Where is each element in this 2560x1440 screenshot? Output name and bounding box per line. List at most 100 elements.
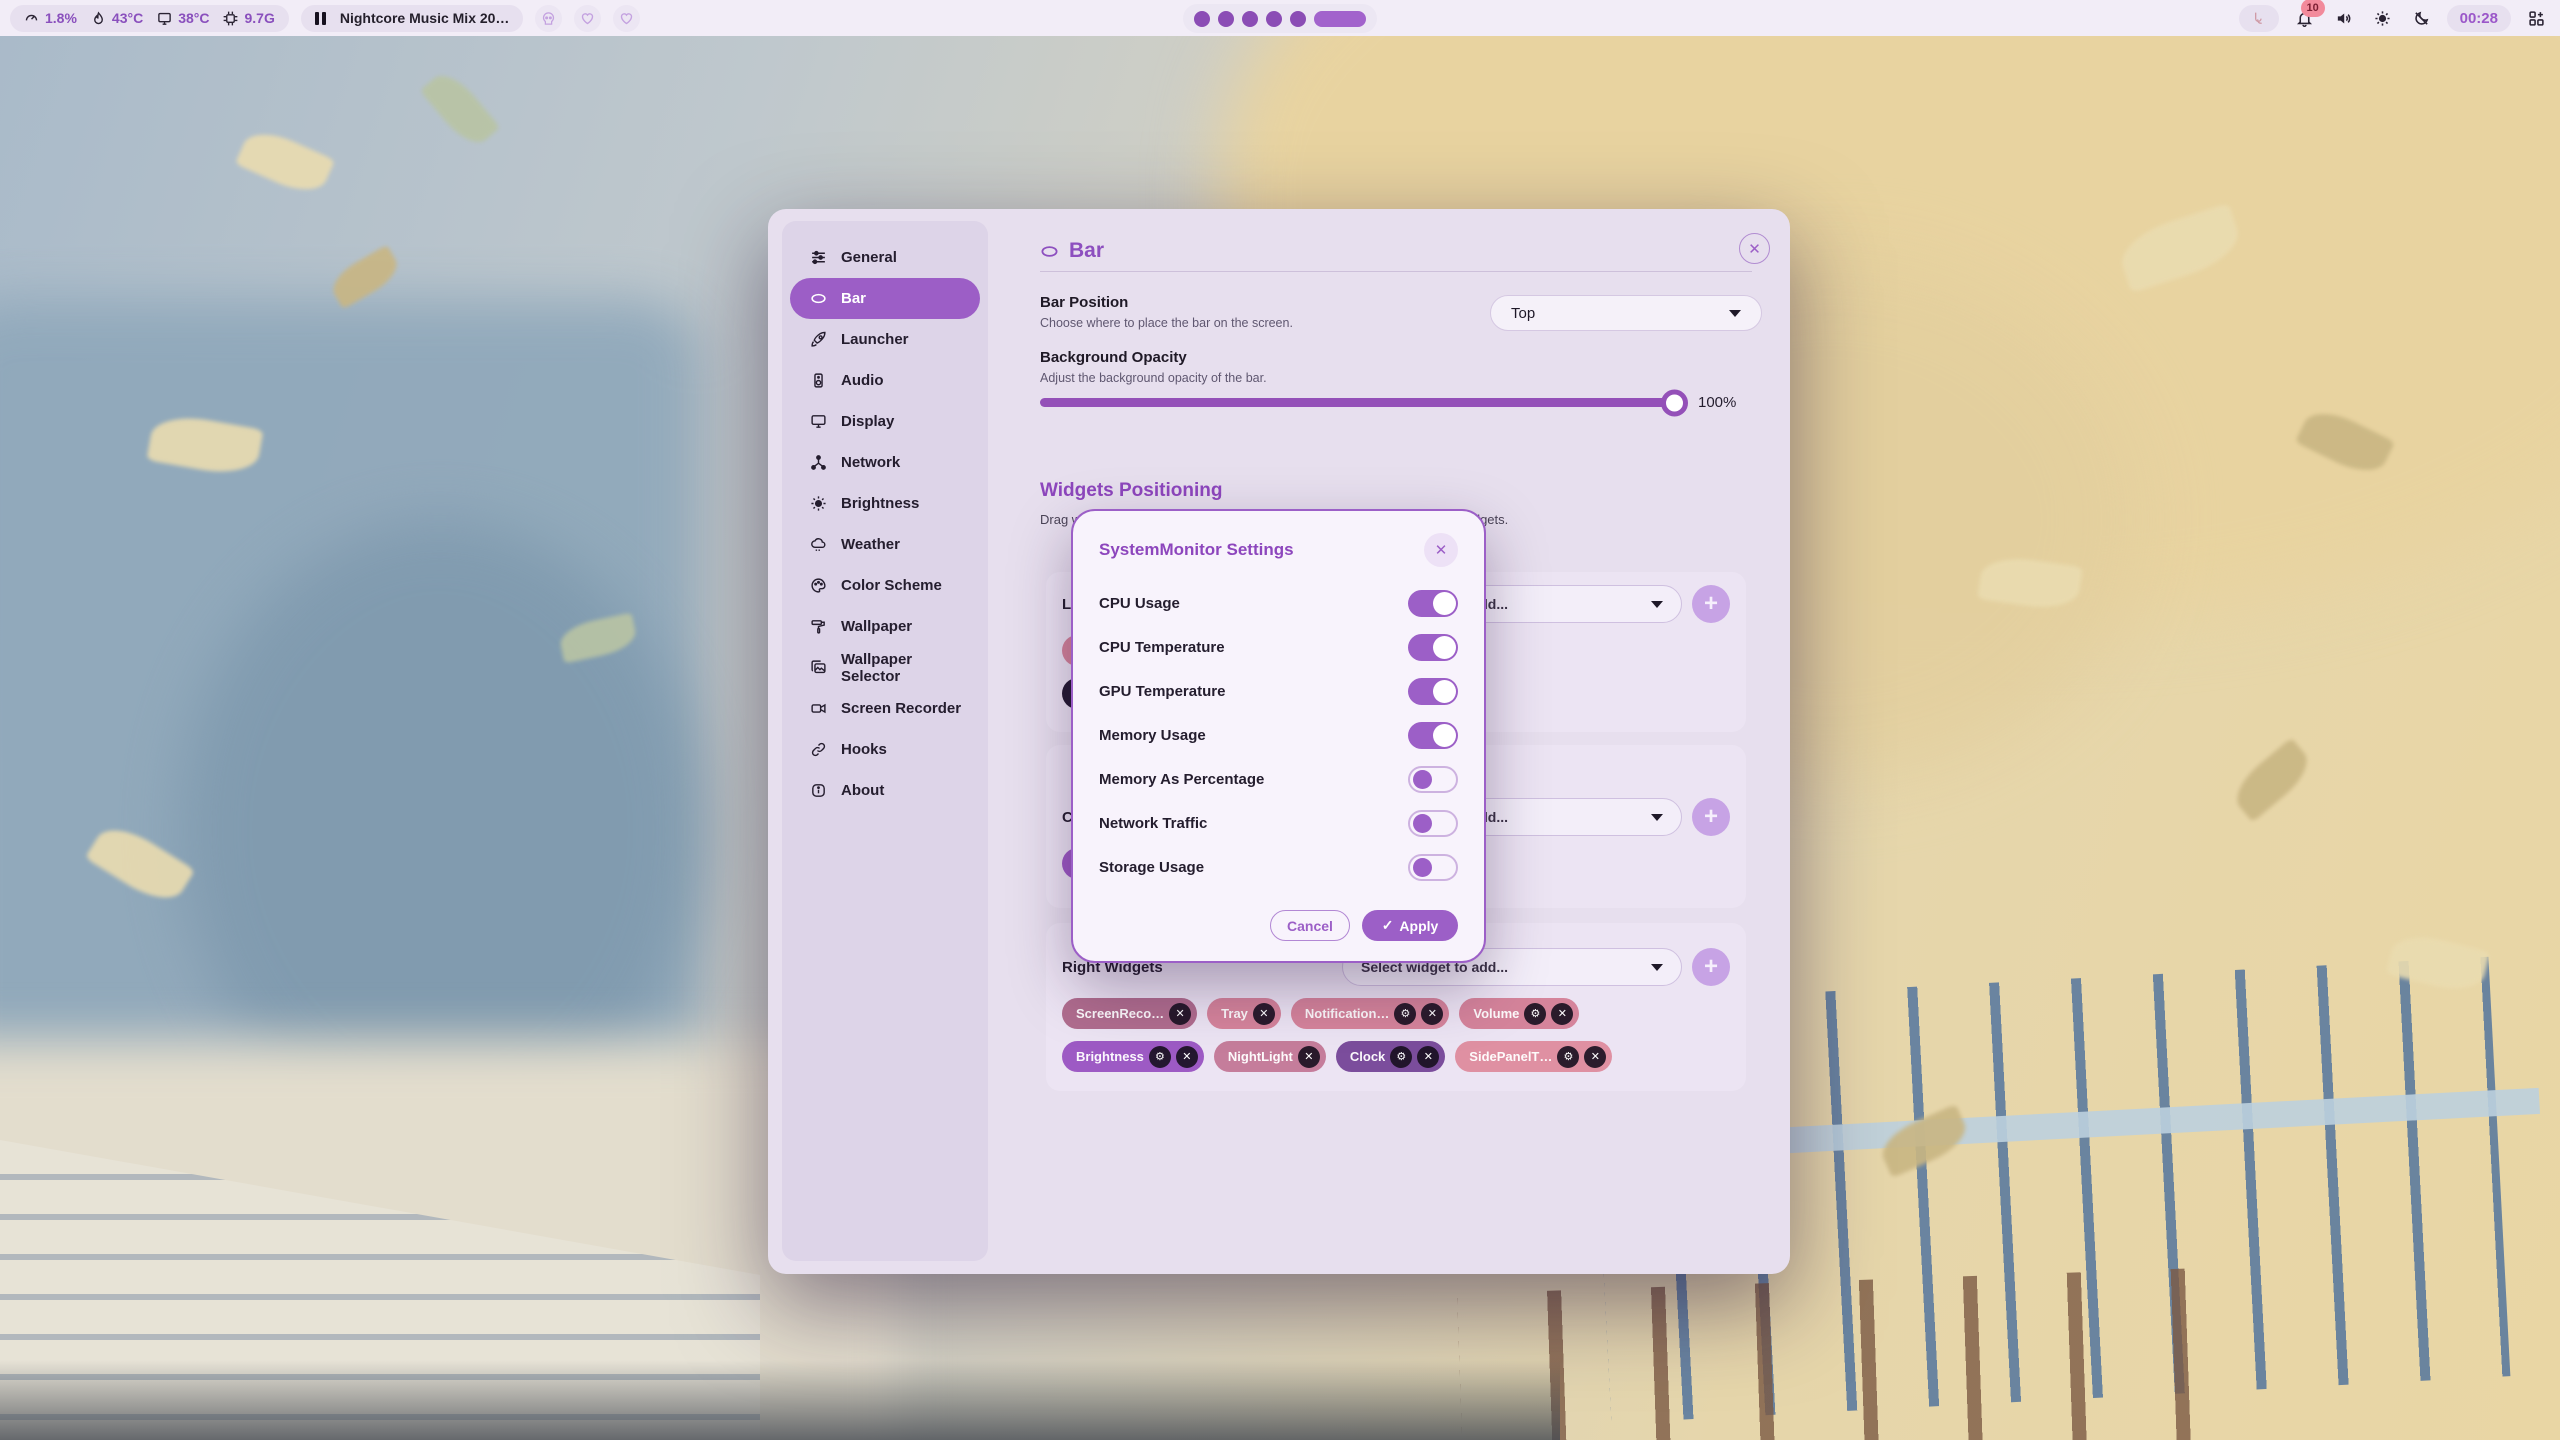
media-player-pill[interactable]: Nightcore Music Mix 20… bbox=[301, 5, 524, 32]
memory-usage-toggle[interactable] bbox=[1408, 722, 1458, 749]
paint-roller-icon bbox=[810, 618, 827, 635]
pause-icon bbox=[315, 12, 326, 25]
sidebar-item-network[interactable]: Network bbox=[790, 442, 980, 483]
remove-icon[interactable]: ✕ bbox=[1417, 1046, 1439, 1068]
background-opacity-setting: Background Opacity Adjust the background… bbox=[1040, 349, 1752, 385]
remove-icon[interactable]: ✕ bbox=[1253, 1003, 1275, 1025]
widget-chip[interactable]: Notification… ⚙ ✕ bbox=[1291, 998, 1450, 1029]
settings-sidebar: General Bar Launcher Audio Display Netwo… bbox=[782, 221, 988, 1261]
add-widget-button[interactable]: + bbox=[1692, 585, 1730, 623]
header-divider bbox=[1040, 271, 1752, 272]
sidebar-item-bar[interactable]: Bar bbox=[790, 278, 980, 319]
bar-position-setting: Bar Position Choose where to place the b… bbox=[1040, 294, 1752, 330]
sidebar-item-label: General bbox=[841, 249, 897, 266]
widget-chip[interactable]: SidePanelT… ⚙ ✕ bbox=[1455, 1041, 1612, 1072]
nightlight-button[interactable] bbox=[2408, 5, 2435, 32]
gear-icon[interactable]: ⚙ bbox=[1390, 1046, 1412, 1068]
bar-position-dropdown[interactable]: Top bbox=[1490, 295, 1762, 331]
toggle-row-storage-usage: Storage Usage bbox=[1099, 845, 1458, 889]
sidebar-item-label: Network bbox=[841, 454, 900, 471]
gear-icon[interactable]: ⚙ bbox=[1149, 1046, 1171, 1068]
remove-icon[interactable]: ✕ bbox=[1421, 1003, 1443, 1025]
widget-chip[interactable]: Clock ⚙ ✕ bbox=[1336, 1041, 1445, 1072]
clock[interactable]: 00:28 bbox=[2447, 5, 2511, 32]
memory-stat: 9.7G bbox=[223, 10, 274, 26]
notifications-button[interactable]: 10 bbox=[2291, 5, 2318, 32]
chevron-down-icon bbox=[1651, 964, 1663, 971]
cancel-button[interactable]: Cancel bbox=[1270, 910, 1350, 941]
check-icon: ✓ bbox=[1382, 917, 1394, 934]
sidebar-item-about[interactable]: About bbox=[790, 770, 980, 811]
sidebar-item-wallpaper[interactable]: Wallpaper bbox=[790, 606, 980, 647]
workspace-dot[interactable] bbox=[1218, 11, 1234, 27]
widgets-positioning-title: Widgets Positioning bbox=[1040, 480, 1222, 502]
opacity-slider[interactable] bbox=[1040, 398, 1684, 407]
sidebar-item-label: Screen Recorder bbox=[841, 700, 961, 717]
sidebar-item-label: Display bbox=[841, 413, 894, 430]
remove-icon[interactable]: ✕ bbox=[1169, 1003, 1191, 1025]
window-close-button[interactable]: ✕ bbox=[1739, 233, 1770, 264]
widget-chip[interactable]: ScreenReco… ✕ bbox=[1062, 998, 1197, 1029]
gear-icon[interactable]: ⚙ bbox=[1394, 1003, 1416, 1025]
sidebar-item-wallpaper-selector[interactable]: Wallpaper Selector bbox=[790, 647, 980, 688]
info-icon bbox=[810, 782, 827, 799]
cpu-usage-toggle[interactable] bbox=[1408, 590, 1458, 617]
opacity-value: 100% bbox=[1698, 394, 1736, 411]
bar-oval-icon bbox=[810, 290, 827, 307]
chevron-down-icon bbox=[1651, 814, 1663, 821]
sidebar-item-launcher[interactable]: Launcher bbox=[790, 319, 980, 360]
slider-knob[interactable] bbox=[1661, 389, 1688, 416]
workspace-active-pill[interactable] bbox=[1314, 11, 1366, 27]
widget-chip[interactable]: Brightness ⚙ ✕ bbox=[1062, 1041, 1204, 1072]
workspace-indicator[interactable] bbox=[1183, 4, 1377, 33]
cpu-temperature-toggle[interactable] bbox=[1408, 634, 1458, 661]
sidebar-item-label: Bar bbox=[841, 290, 866, 307]
sidebar-item-color-scheme[interactable]: Color Scheme bbox=[790, 565, 980, 606]
workspace-dot[interactable] bbox=[1290, 11, 1306, 27]
add-widget-button[interactable]: + bbox=[1692, 798, 1730, 836]
memory-as-percentage-toggle[interactable] bbox=[1408, 766, 1458, 793]
add-widget-button[interactable]: + bbox=[1692, 948, 1730, 986]
remove-icon[interactable]: ✕ bbox=[1176, 1046, 1198, 1068]
tray-app-icon[interactable] bbox=[2239, 5, 2279, 32]
gpu-temperature-toggle[interactable] bbox=[1408, 678, 1458, 705]
network-traffic-toggle[interactable] bbox=[1408, 810, 1458, 837]
sidebar-item-label: Wallpaper Selector bbox=[841, 651, 970, 685]
toggle-row-cpu-temperature: CPU Temperature bbox=[1099, 625, 1458, 669]
apps-dashboard-icon[interactable] bbox=[2523, 5, 2550, 32]
page-title: Bar bbox=[1069, 239, 1104, 263]
gear-icon[interactable]: ⚙ bbox=[1524, 1003, 1546, 1025]
toggle-row-network-traffic: Network Traffic bbox=[1099, 801, 1458, 845]
storage-usage-toggle[interactable] bbox=[1408, 854, 1458, 881]
widget-chip[interactable]: NightLight ✕ bbox=[1214, 1041, 1326, 1072]
heart-icon[interactable] bbox=[613, 5, 640, 32]
widget-chip[interactable]: Tray ✕ bbox=[1207, 998, 1281, 1029]
sidebar-item-brightness[interactable]: Brightness bbox=[790, 483, 980, 524]
sliders-icon bbox=[810, 249, 827, 266]
dialog-close-button[interactable]: ✕ bbox=[1424, 533, 1458, 567]
cpu-temp-stat: 43°C bbox=[91, 10, 143, 26]
sidebar-item-screen-recorder[interactable]: Screen Recorder bbox=[790, 688, 980, 729]
remove-icon[interactable]: ✕ bbox=[1298, 1046, 1320, 1068]
workspace-dot[interactable] bbox=[1194, 11, 1210, 27]
heart-icon[interactable] bbox=[574, 5, 601, 32]
volume-button[interactable] bbox=[2330, 5, 2357, 32]
sidebar-item-weather[interactable]: Weather bbox=[790, 524, 980, 565]
skull-icon[interactable] bbox=[535, 5, 562, 32]
workspace-dot[interactable] bbox=[1242, 11, 1258, 27]
gear-icon[interactable]: ⚙ bbox=[1557, 1046, 1579, 1068]
widget-chip[interactable]: Volume ⚙ ✕ bbox=[1459, 998, 1579, 1029]
sidebar-item-label: Launcher bbox=[841, 331, 909, 348]
sidebar-item-display[interactable]: Display bbox=[790, 401, 980, 442]
system-stats-pill[interactable]: 1.8% 43°C 38°C 9.7G bbox=[10, 5, 289, 32]
remove-icon[interactable]: ✕ bbox=[1584, 1046, 1606, 1068]
brightness-button[interactable] bbox=[2369, 5, 2396, 32]
setting-description: Adjust the background opacity of the bar… bbox=[1040, 371, 1752, 385]
remove-icon[interactable]: ✕ bbox=[1551, 1003, 1573, 1025]
sidebar-item-general[interactable]: General bbox=[790, 237, 980, 278]
apply-button[interactable]: ✓Apply bbox=[1362, 910, 1458, 941]
workspace-dot[interactable] bbox=[1266, 11, 1282, 27]
sidebar-item-hooks[interactable]: Hooks bbox=[790, 729, 980, 770]
sidebar-item-audio[interactable]: Audio bbox=[790, 360, 980, 401]
setting-label: Background Opacity bbox=[1040, 349, 1752, 366]
